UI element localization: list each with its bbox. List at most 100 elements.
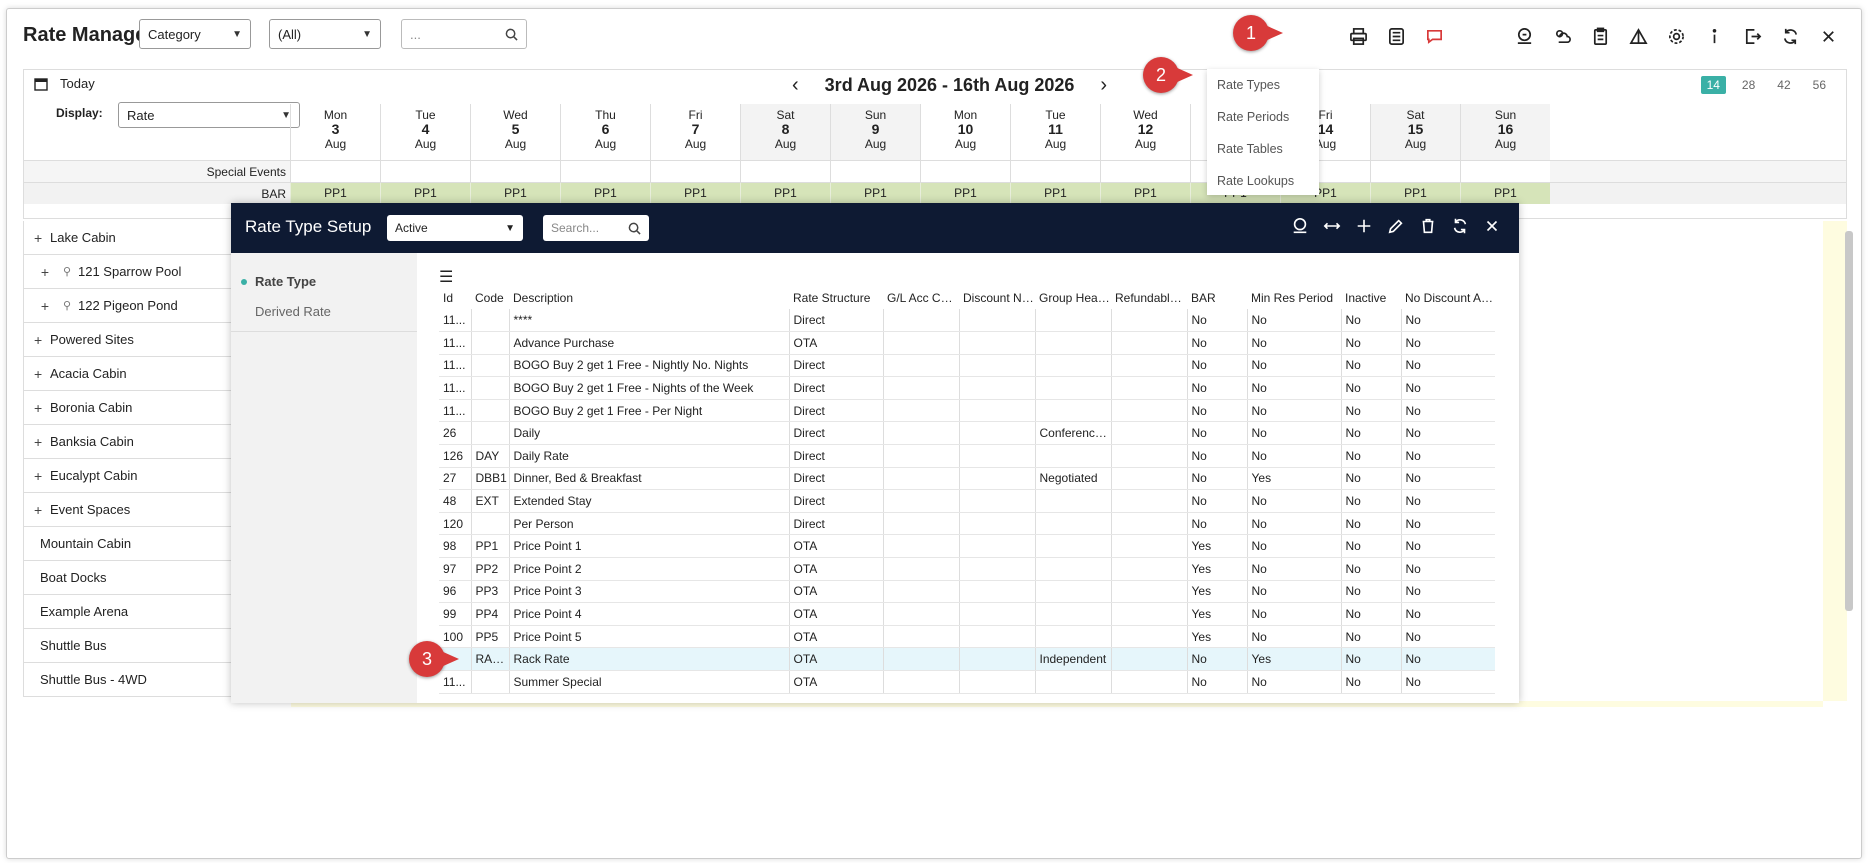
table-row[interactable]: 100 PP5 Price Point 5 OTA Yes No No No: [439, 625, 1495, 649]
special-event-cell[interactable]: [560, 161, 650, 182]
bar-cell[interactable]: PP1: [1370, 183, 1460, 204]
tent-icon[interactable]: [1625, 23, 1651, 49]
table-row[interactable]: 11... Advance Purchase OTA No No No No: [439, 331, 1495, 355]
category-item[interactable]: + Boronia Cabin: [23, 391, 231, 425]
close-icon[interactable]: [1483, 217, 1501, 235]
column-header[interactable]: Discount Na...: [959, 287, 1035, 309]
category-item[interactable]: + ⚲ 121 Sparrow Pool: [23, 255, 231, 289]
expand-plus-icon[interactable]: +: [34, 264, 56, 280]
column-header[interactable]: No Discount All...: [1401, 287, 1495, 309]
clipboard-icon[interactable]: [1587, 23, 1613, 49]
column-header[interactable]: Code: [471, 287, 509, 309]
special-event-cell[interactable]: [380, 161, 470, 182]
bar-cell[interactable]: PP1: [650, 183, 740, 204]
bar-cell[interactable]: PP1: [470, 183, 560, 204]
days-42-button[interactable]: 42: [1771, 76, 1796, 94]
category-item[interactable]: + Powered Sites: [23, 323, 231, 357]
special-event-cell[interactable]: [290, 161, 380, 182]
category-item[interactable]: + Banksia Cabin: [23, 425, 231, 459]
table-row[interactable]: 11... Summer Special OTA No No No No: [439, 670, 1495, 694]
trash-icon[interactable]: [1419, 217, 1437, 235]
edit-icon[interactable]: [1387, 217, 1405, 235]
menu-item-rate-lookups[interactable]: Rate Lookups: [1207, 169, 1319, 201]
refresh-icon[interactable]: [1451, 217, 1469, 235]
bar-cell[interactable]: PP1: [1100, 183, 1190, 204]
days-56-button[interactable]: 56: [1807, 76, 1832, 94]
category-item[interactable]: Boat Docks: [23, 561, 231, 595]
special-event-cell[interactable]: [740, 161, 830, 182]
nav-rate-type[interactable]: Rate Type: [231, 267, 417, 297]
table-row[interactable]: 120 Per Person Direct No No No No: [439, 512, 1495, 536]
bar-cell[interactable]: PP1: [920, 183, 1010, 204]
logout-icon[interactable]: [1739, 23, 1765, 49]
table-row[interactable]: 26 Daily Direct Conference... No No No No: [439, 421, 1495, 446]
chevron-left-icon[interactable]: ‹: [792, 74, 799, 97]
expand-plus-icon[interactable]: +: [34, 298, 56, 314]
table-row[interactable]: 126 DAY Daily Rate Direct No No No No: [439, 444, 1495, 468]
scope-select[interactable]: (All) ▼: [269, 19, 381, 49]
expand-plus-icon[interactable]: +: [34, 400, 46, 416]
special-event-cell[interactable]: [1010, 161, 1100, 182]
menu-item-rate-tables[interactable]: Rate Tables: [1207, 137, 1319, 169]
category-item[interactable]: Shuttle Bus: [23, 629, 231, 663]
today-button[interactable]: Today: [34, 76, 95, 91]
modal-search-input[interactable]: Search...: [543, 215, 649, 241]
bar-cell[interactable]: PP1: [1460, 183, 1550, 204]
days-28-button[interactable]: 28: [1736, 76, 1761, 94]
category-item[interactable]: + ⚲ 122 Pigeon Pond: [23, 289, 231, 323]
menu-item-rate-periods[interactable]: Rate Periods: [1207, 105, 1319, 137]
category-item[interactable]: + Eucalypt Cabin: [23, 459, 231, 493]
category-item[interactable]: + Event Spaces: [23, 493, 231, 527]
hamburger-menu-icon[interactable]: ☰: [439, 267, 1499, 287]
column-header[interactable]: BAR: [1187, 287, 1247, 309]
refresh-icon[interactable]: [1777, 23, 1803, 49]
close-icon[interactable]: [1815, 23, 1841, 49]
special-event-cell[interactable]: [920, 161, 1010, 182]
special-event-cell[interactable]: [1370, 161, 1460, 182]
table-row[interactable]: 11... BOGO Buy 2 get 1 Free - Per Night Di…: [439, 399, 1495, 423]
category-item[interactable]: + Lake Cabin: [23, 221, 231, 255]
status-select[interactable]: Active ▼: [387, 215, 523, 241]
add-icon[interactable]: [1355, 217, 1373, 235]
table-row[interactable]: 97 PP2 Price Point 2 OTA Yes No No No: [439, 557, 1495, 581]
table-row[interactable]: 99 PP4 Price Point 4 OTA Yes No No No: [439, 602, 1495, 626]
vertical-scrollbar[interactable]: [1845, 231, 1853, 611]
rate-icon[interactable]: [1511, 23, 1537, 49]
chevron-right-icon[interactable]: ›: [1100, 74, 1107, 97]
column-header[interactable]: Rate Structure: [789, 287, 883, 309]
category-item[interactable]: + Acacia Cabin: [23, 357, 231, 391]
chat-icon[interactable]: [1421, 23, 1447, 49]
info-icon[interactable]: [1701, 23, 1727, 49]
table-row[interactable]: RACK Rack Rate OTA Independent No Yes No No: [439, 647, 1495, 671]
column-header[interactable]: Description: [509, 287, 789, 309]
column-header[interactable]: Min Res Period: [1247, 287, 1341, 309]
category-item[interactable]: Mountain Cabin: [23, 527, 231, 561]
calculator-icon[interactable]: [1383, 23, 1409, 49]
table-row[interactable]: 98 PP1 Price Point 1 OTA Yes No No No: [439, 534, 1495, 559]
column-header[interactable]: Inactive: [1341, 287, 1401, 309]
expand-plus-icon[interactable]: +: [34, 366, 46, 382]
expand-plus-icon[interactable]: +: [34, 230, 46, 246]
category-select[interactable]: Category ▼: [139, 19, 251, 49]
column-header[interactable]: Group Head...: [1035, 287, 1111, 309]
special-event-cell[interactable]: [650, 161, 740, 182]
table-row[interactable]: 11... **** Direct No No No No: [439, 309, 1495, 333]
expand-plus-icon[interactable]: +: [34, 434, 46, 450]
days-14-button[interactable]: 14: [1700, 76, 1726, 94]
nav-derived-rate[interactable]: Derived Rate: [231, 297, 417, 327]
category-item[interactable]: Shuttle Bus - 4WD: [23, 663, 231, 697]
bar-cell[interactable]: PP1: [560, 183, 650, 204]
expand-horizontal-icon[interactable]: [1323, 217, 1341, 235]
bar-cell[interactable]: PP1: [830, 183, 920, 204]
bar-cell[interactable]: PP1: [380, 183, 470, 204]
special-event-cell[interactable]: [1100, 161, 1190, 182]
table-row[interactable]: 11... BOGO Buy 2 get 1 Free - Nightly No.…: [439, 354, 1495, 378]
bar-cell[interactable]: PP1: [740, 183, 830, 204]
special-event-cell[interactable]: [830, 161, 920, 182]
column-header[interactable]: Refundable ...: [1111, 287, 1187, 309]
rate-icon[interactable]: [1291, 217, 1309, 235]
menu-item-rate-types[interactable]: Rate Types: [1207, 73, 1319, 105]
expand-plus-icon[interactable]: +: [34, 502, 46, 518]
weather-icon[interactable]: [1549, 23, 1575, 49]
special-event-cell[interactable]: [470, 161, 560, 182]
